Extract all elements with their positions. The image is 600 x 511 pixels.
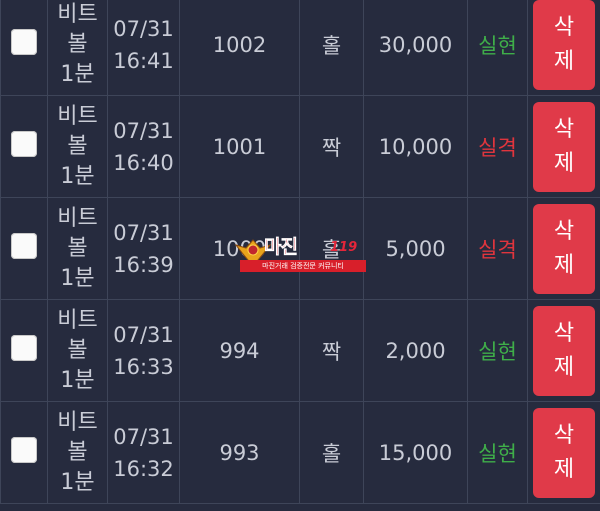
result-status: 실현	[478, 441, 517, 466]
time-cell: 07/31 16:40	[107, 95, 180, 198]
bet-amount: 5,000	[385, 236, 446, 261]
table-row: 비트 볼 1분 07/31 16:39 1000 홀 5,000 실격 삭 제	[0, 197, 600, 300]
result-status: 실격	[478, 237, 517, 262]
amount-cell: 10,000	[363, 95, 468, 198]
bet-amount: 15,000	[378, 440, 453, 465]
round-cell: 1001	[179, 95, 300, 198]
pick-value: 홀	[321, 237, 342, 262]
round-cell: 1002	[179, 0, 300, 96]
round-cell: 993	[179, 401, 300, 504]
delete-cell: 삭 제	[527, 0, 600, 96]
time-cell: 07/31 16:32	[107, 401, 180, 504]
delete-button[interactable]: 삭 제	[533, 0, 595, 90]
round-number: 1002	[212, 32, 267, 57]
delete-button[interactable]: 삭 제	[533, 407, 595, 498]
game-cell: 비트 볼 1분	[47, 299, 108, 402]
round-cell: 1000	[179, 197, 300, 300]
select-cell	[0, 299, 48, 402]
game-name: 비트 볼 1분	[57, 307, 98, 393]
bet-history-table: 비트 볼 1분 07/31 16:41 1002 홀 30,000 실현 삭 제…	[0, 0, 600, 504]
select-cell	[0, 95, 48, 198]
result-cell: 실격	[467, 95, 528, 198]
bet-amount: 2,000	[385, 338, 446, 363]
delete-cell: 삭 제	[527, 299, 600, 402]
round-number: 993	[219, 440, 260, 465]
delete-button[interactable]: 삭 제	[533, 101, 595, 192]
game-name: 비트 볼 1분	[57, 103, 98, 189]
pick-cell: 홀	[299, 401, 364, 504]
pick-cell: 짝	[299, 95, 364, 198]
delete-cell: 삭 제	[527, 197, 600, 300]
delete-button[interactable]: 삭 제	[533, 203, 595, 294]
table-row: 비트 볼 1분 07/31 16:41 1002 홀 30,000 실현 삭 제	[0, 0, 600, 96]
result-status: 실현	[478, 33, 517, 58]
select-cell	[0, 197, 48, 300]
amount-cell: 30,000	[363, 0, 468, 96]
pick-value: 홀	[321, 441, 342, 466]
pick-cell: 홀	[299, 0, 364, 96]
bet-time: 07/31 16:41	[113, 16, 174, 73]
pick-value: 홀	[321, 33, 342, 58]
game-cell: 비트 볼 1분	[47, 0, 108, 96]
pick-cell: 짝	[299, 299, 364, 402]
bet-time: 07/31 16:39	[113, 220, 174, 277]
game-name: 비트 볼 1분	[57, 409, 98, 495]
select-cell	[0, 0, 48, 96]
amount-cell: 5,000	[363, 197, 468, 300]
result-status: 실현	[478, 339, 517, 364]
time-cell: 07/31 16:33	[107, 299, 180, 402]
select-cell	[0, 401, 48, 504]
game-cell: 비트 볼 1분	[47, 197, 108, 300]
pick-value: 짝	[321, 135, 342, 160]
checkbox-icon[interactable]	[11, 233, 37, 259]
result-cell: 실현	[467, 299, 528, 402]
pick-value: 짝	[321, 339, 342, 364]
delete-button[interactable]: 삭 제	[533, 305, 595, 396]
bet-time: 07/31 16:40	[113, 118, 174, 175]
game-cell: 비트 볼 1분	[47, 401, 108, 504]
checkbox-icon[interactable]	[11, 437, 37, 463]
table-row: 비트 볼 1분 07/31 16:32 993 홀 15,000 실현 삭 제	[0, 401, 600, 504]
game-name: 비트 볼 1분	[57, 205, 98, 291]
table-row: 비트 볼 1분 07/31 16:33 994 짝 2,000 실현 삭 제	[0, 299, 600, 402]
bet-time: 07/31 16:32	[113, 424, 174, 481]
delete-cell: 삭 제	[527, 95, 600, 198]
time-cell: 07/31 16:41	[107, 0, 180, 96]
bet-amount: 10,000	[378, 134, 453, 159]
round-number: 1001	[212, 134, 267, 159]
round-number: 1000	[212, 236, 267, 261]
result-cell: 실현	[467, 401, 528, 504]
bet-time: 07/31 16:33	[113, 322, 174, 379]
pick-cell: 홀	[299, 197, 364, 300]
amount-cell: 2,000	[363, 299, 468, 402]
result-cell: 실격	[467, 197, 528, 300]
result-status: 실격	[478, 135, 517, 160]
round-cell: 994	[179, 299, 300, 402]
game-cell: 비트 볼 1분	[47, 95, 108, 198]
time-cell: 07/31 16:39	[107, 197, 180, 300]
amount-cell: 15,000	[363, 401, 468, 504]
round-number: 994	[219, 338, 260, 363]
table-row: 비트 볼 1분 07/31 16:40 1001 짝 10,000 실격 삭 제	[0, 95, 600, 198]
game-name: 비트 볼 1분	[57, 1, 98, 87]
checkbox-icon[interactable]	[11, 335, 37, 361]
result-cell: 실현	[467, 0, 528, 96]
bet-amount: 30,000	[378, 32, 453, 57]
delete-cell: 삭 제	[527, 401, 600, 504]
checkbox-icon[interactable]	[11, 29, 37, 55]
checkbox-icon[interactable]	[11, 131, 37, 157]
